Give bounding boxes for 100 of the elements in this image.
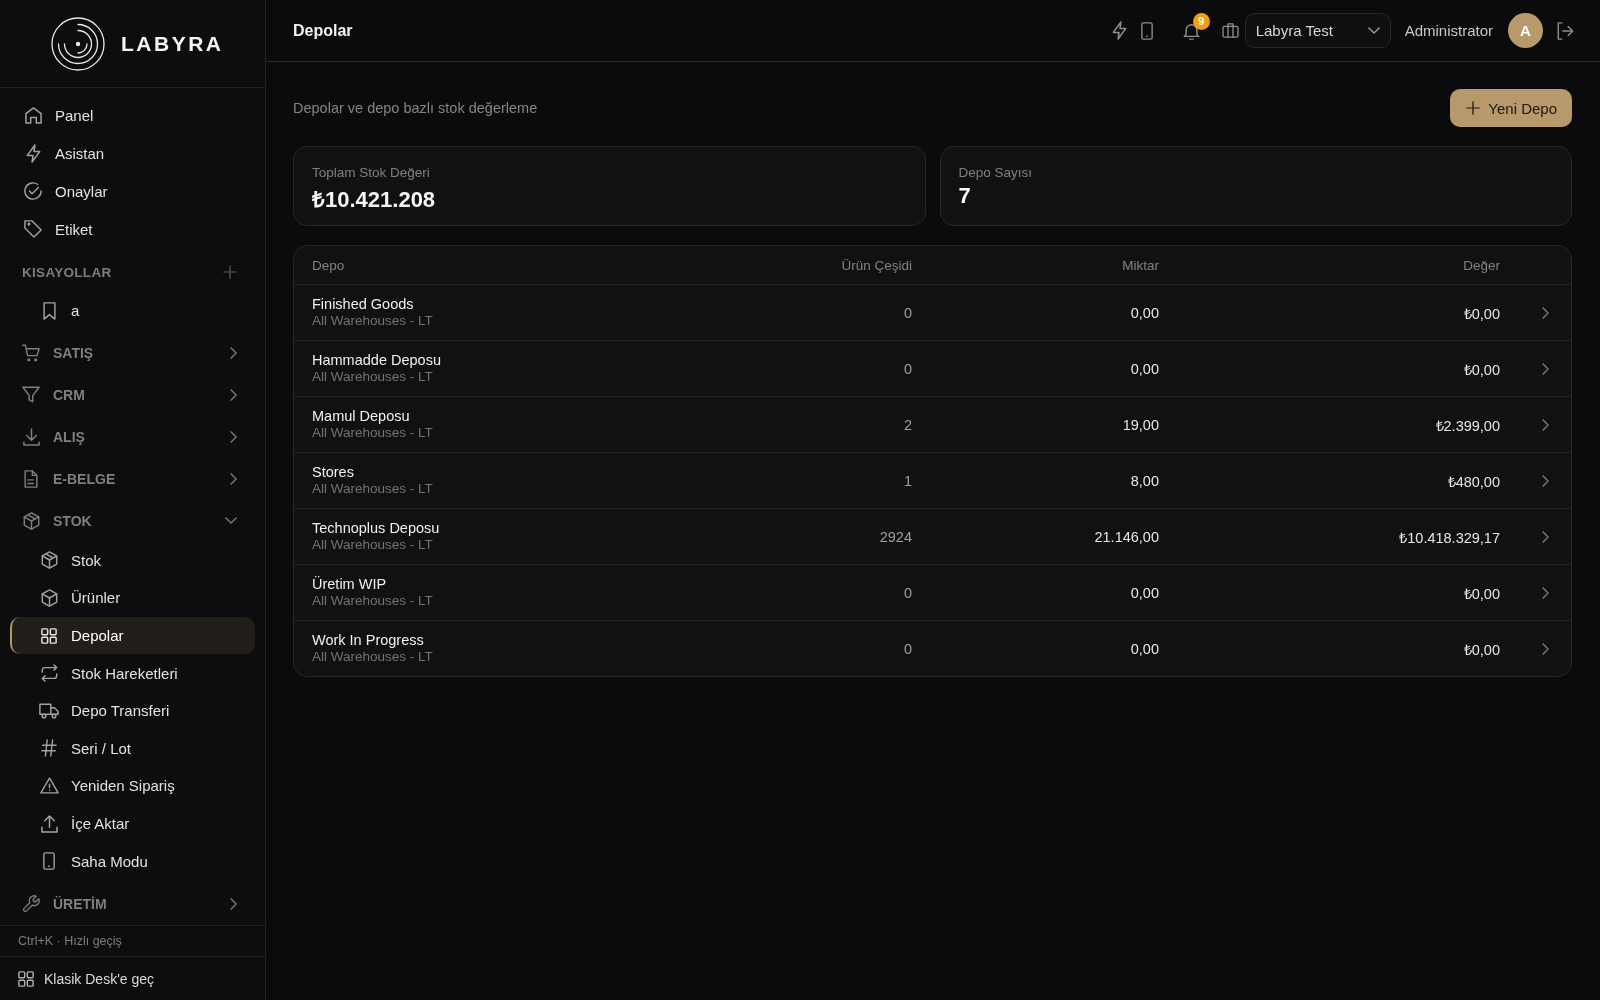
warehouse-name[interactable]: Mamul Deposu — [312, 408, 410, 425]
nav-item[interactable]: Ürünler — [10, 579, 255, 617]
column-header: Ürün Çeşidi — [841, 257, 912, 273]
warehouse-name[interactable]: Finished Goods — [312, 296, 414, 313]
stat-label: Toplam Stok Değeri — [312, 165, 430, 180]
home-icon — [24, 106, 42, 124]
chevron-right-icon[interactable] — [1542, 586, 1549, 599]
table-cell: 19,00 — [1122, 416, 1159, 433]
column-header: Miktar — [1122, 257, 1159, 273]
notification-badge: 9 — [1192, 12, 1210, 30]
shortcut-item[interactable]: a — [10, 292, 255, 330]
stat-value: ₺10.421.208 — [312, 186, 436, 213]
lightning-icon[interactable] — [1111, 21, 1127, 40]
bell-icon[interactable] — [1182, 21, 1200, 40]
nav-item[interactable]: Seri / Lot — [10, 729, 255, 768]
chevron-right-icon[interactable] — [1542, 362, 1549, 375]
warehouse-parent: All Warehouses - LT — [312, 425, 433, 441]
table-cell: 0 — [903, 360, 912, 377]
nav-item[interactable]: Depo Transferi — [10, 691, 255, 730]
table-cell: 0,00 — [1130, 640, 1159, 657]
table-cell: 21.146,00 — [1094, 528, 1159, 545]
table-cell: 2924 — [879, 528, 912, 545]
table-cell: 0,00 — [1130, 360, 1159, 377]
chevron-right-icon[interactable] — [1542, 530, 1549, 543]
table-cell-text: ₺10.418.329,17 — [1399, 528, 1500, 547]
warehouse-parent: All Warehouses - LT — [312, 481, 433, 497]
grid-icon — [41, 627, 57, 644]
column-header: Değer — [1463, 257, 1500, 273]
warehouse-name[interactable]: Hammadde Deposu — [312, 352, 441, 369]
table-cell: 8,00 — [1130, 472, 1159, 489]
bookmark-icon — [42, 301, 56, 320]
truck-icon — [39, 702, 59, 719]
table-cell-text: ₺0,00 — [1463, 360, 1500, 379]
table-cell-text: ₺2.399,00 — [1435, 416, 1500, 435]
table-cell: 0,00 — [1130, 304, 1159, 321]
new-warehouse-button[interactable]: Yeni Depo — [1450, 89, 1572, 127]
tablet-icon — [43, 852, 55, 871]
hash-icon — [41, 739, 57, 758]
section-heading: KISAYOLLAR — [22, 264, 112, 280]
chevron-down-icon — [1367, 27, 1380, 34]
wrench-icon — [22, 894, 40, 913]
company-select[interactable]: Labyra Test — [1244, 13, 1391, 48]
package-icon — [40, 551, 58, 570]
nav-section[interactable]: ALIŞ — [0, 415, 265, 458]
nav-item[interactable]: Panel — [10, 96, 255, 134]
chevron-right-icon[interactable] — [1542, 306, 1549, 319]
tag-icon — [24, 220, 42, 238]
nav-item[interactable]: Stok — [10, 541, 255, 580]
table-cell-text: ₺0,00 — [1463, 304, 1500, 323]
table-cell: 0 — [903, 584, 912, 601]
nav-item[interactable]: Saha Modu — [10, 842, 255, 880]
table-cell: 2 — [903, 416, 912, 433]
nav-section[interactable]: CRM — [0, 373, 265, 416]
page-subtitle: Depolar ve depo bazlı stok değerleme — [293, 100, 538, 116]
logo-icon — [51, 16, 105, 71]
warehouse-parent: All Warehouses - LT — [312, 649, 433, 665]
tablet-icon[interactable] — [1140, 21, 1153, 40]
nav-section[interactable]: ÜRETİM — [0, 882, 265, 925]
warning-icon — [39, 777, 59, 795]
warehouse-name[interactable]: Üretim WIP — [312, 576, 387, 593]
warehouse-parent: All Warehouses - LT — [312, 593, 433, 609]
document-icon — [24, 469, 38, 488]
chevron-right-icon[interactable] — [1542, 474, 1549, 487]
table-cell-text: ₺0,00 — [1463, 584, 1500, 603]
cart-icon — [22, 343, 40, 362]
warehouse-name[interactable]: Work In Progress — [312, 632, 424, 649]
check-circle-icon — [24, 182, 42, 200]
shortcut-hint: Ctrl+K · Hızlı geçiş — [18, 934, 122, 948]
table-cell: 0 — [903, 304, 912, 321]
nav-item[interactable]: Etiket — [10, 210, 255, 248]
package-icon — [22, 511, 40, 530]
chevron-right-icon[interactable] — [1542, 642, 1549, 655]
nav-section[interactable]: SATIŞ — [0, 331, 265, 374]
column-header: Depo — [312, 257, 345, 273]
plus-icon — [1466, 101, 1481, 115]
nav-item[interactable]: Depolar — [10, 616, 255, 655]
table-cell-text: ₺0,00 — [1463, 640, 1500, 659]
logout-icon[interactable] — [1557, 21, 1574, 40]
classic-desk-link[interactable]: Klasik Desk'e geç — [0, 957, 265, 1000]
nav-item[interactable]: Yeniden Sipariş — [10, 767, 255, 805]
user-name: Administrator — [1404, 22, 1493, 39]
nav-item[interactable]: Onaylar — [10, 172, 255, 210]
warehouse-parent: All Warehouses - LT — [312, 537, 433, 553]
nav-section[interactable]: STOK — [0, 499, 265, 542]
lightning-icon — [25, 143, 41, 163]
page-title: Depolar — [293, 21, 353, 40]
table-cell: 0,00 — [1130, 584, 1159, 601]
warehouse-name[interactable]: Stores — [312, 464, 354, 481]
warehouse-parent: All Warehouses - LT — [312, 369, 433, 385]
upload-icon — [40, 814, 58, 833]
warehouse-name[interactable]: Technoplus Deposu — [312, 520, 440, 537]
table-cell-text: ₺480,00 — [1447, 472, 1500, 491]
nav-section[interactable]: E-BELGE — [0, 457, 265, 500]
warehouse-parent: All Warehouses - LT — [312, 313, 433, 329]
nav-item[interactable]: Asistan — [10, 134, 255, 172]
briefcase-icon[interactable] — [1221, 23, 1239, 38]
nav-item[interactable]: Stok Hareketleri — [10, 654, 255, 692]
download-icon — [22, 427, 40, 446]
chevron-right-icon[interactable] — [1542, 418, 1549, 431]
nav-item[interactable]: İçe Aktar — [10, 804, 255, 843]
